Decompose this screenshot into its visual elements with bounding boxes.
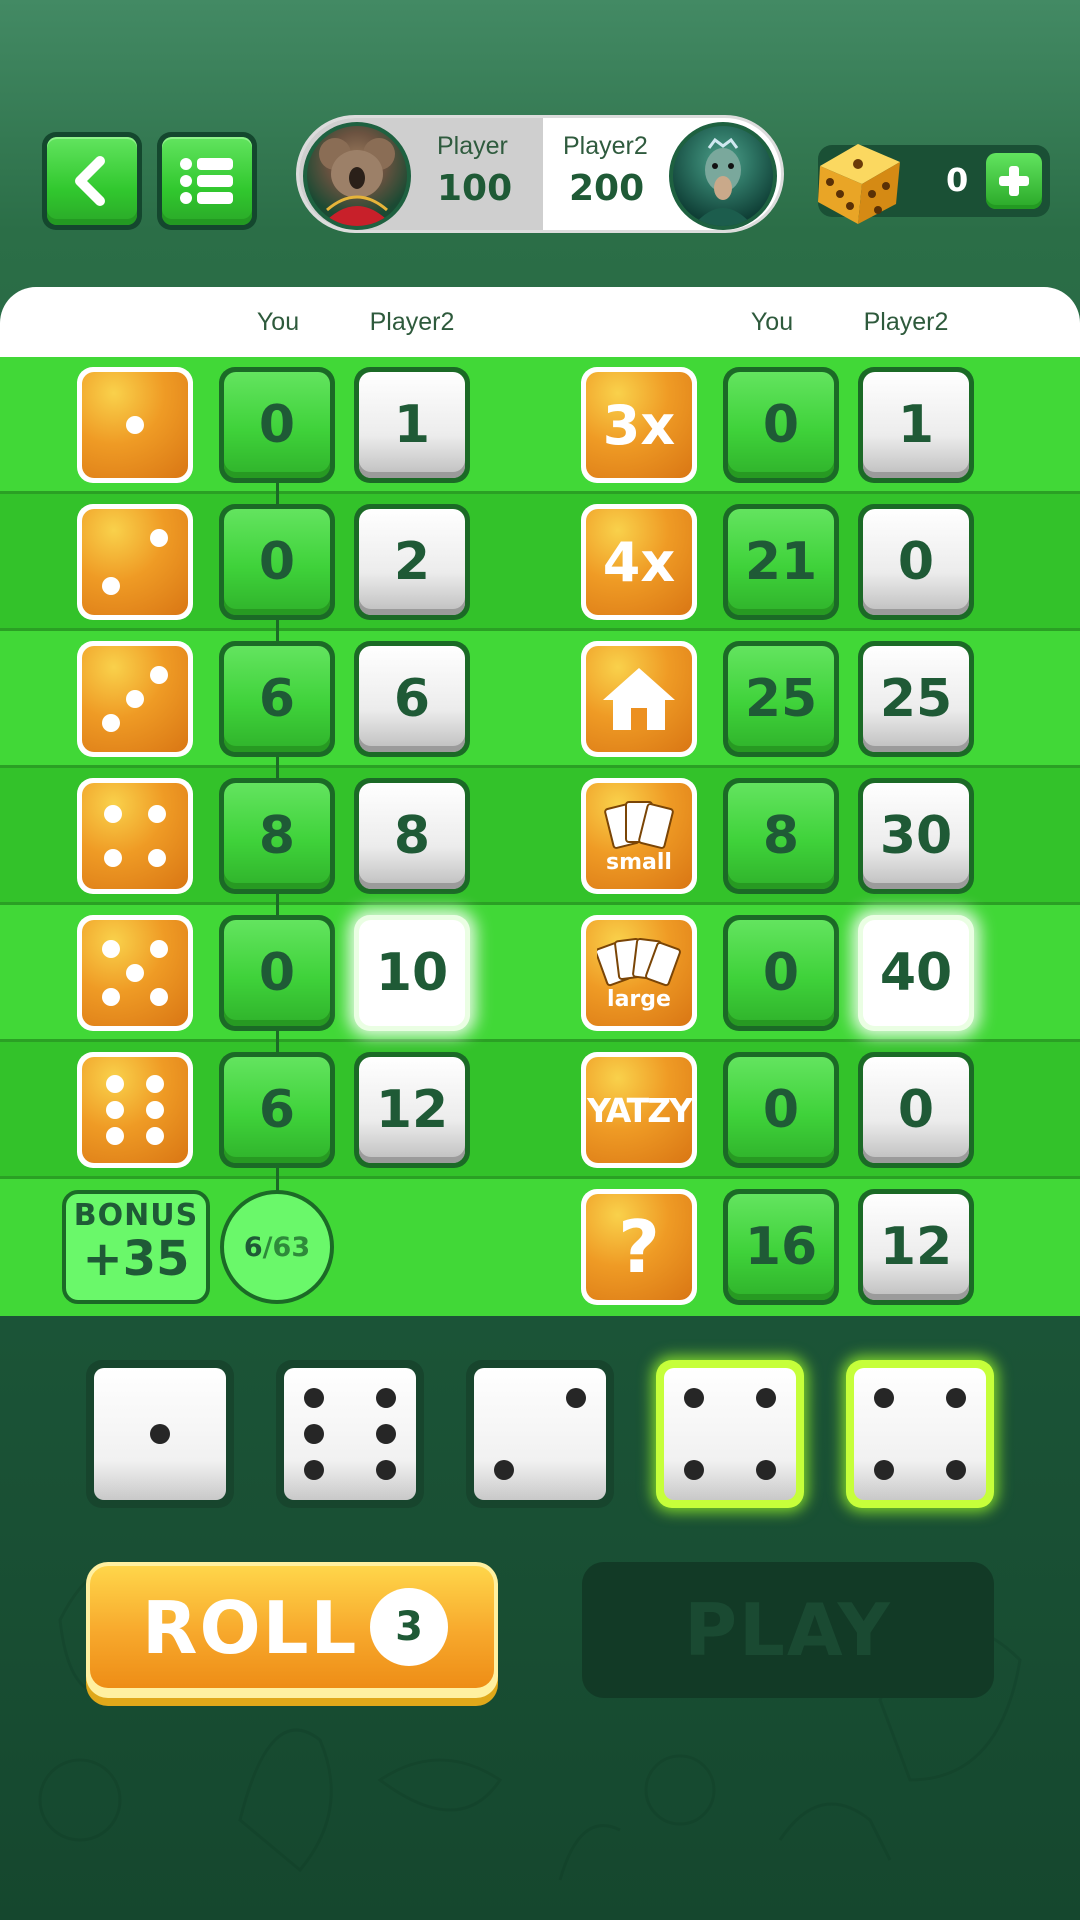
chance-category[interactable]: ? <box>581 1189 697 1305</box>
player1-score: 100 <box>437 168 513 209</box>
die-face-3-icon <box>102 666 168 732</box>
die-pip <box>946 1460 966 1480</box>
roll-label: ROLL <box>142 1586 359 1670</box>
you-large-straight-score[interactable]: 0 <box>723 915 839 1031</box>
p2-threes-score: 6 <box>354 641 470 757</box>
coin-count: 0 <box>946 161 969 199</box>
die-pip <box>684 1388 704 1408</box>
cards-icon <box>597 937 681 986</box>
you-sixes-score[interactable]: 6 <box>219 1052 335 1168</box>
die-face-5-icon <box>102 940 168 1006</box>
cards-icon <box>604 800 674 849</box>
you-fours-score[interactable]: 8 <box>219 778 335 894</box>
p2-sixes-score: 12 <box>354 1052 470 1168</box>
koala-avatar <box>303 122 411 230</box>
die-pip <box>376 1424 396 1444</box>
player2-name: Player2 <box>563 132 648 160</box>
p2-twos-score: 2 <box>354 504 470 620</box>
die-pip <box>874 1388 894 1408</box>
col-header-you-lower: You <box>750 308 794 336</box>
play-button[interactable]: PLAY <box>582 1562 994 1698</box>
p2-fives-score: 10 <box>354 915 470 1031</box>
die-pip <box>756 1388 776 1408</box>
die-pip <box>304 1460 324 1480</box>
bonus-progress: 6/63 <box>220 1190 334 1304</box>
rolled-die-2[interactable] <box>276 1360 424 1508</box>
bonus-badge: BONUS +35 <box>62 1190 210 1304</box>
you-threes-score[interactable]: 6 <box>219 641 335 757</box>
chevron-left-icon <box>75 156 105 206</box>
sixes-category[interactable] <box>77 1052 193 1168</box>
die-face-1-icon <box>126 416 144 434</box>
col-header-you-upper: You <box>256 308 300 336</box>
full-house-category[interactable] <box>581 641 697 757</box>
list-icon <box>180 158 233 204</box>
player1-name: Player <box>437 132 508 160</box>
plus-icon <box>999 166 1029 196</box>
roll-button[interactable]: ROLL 3 <box>86 1562 498 1698</box>
die-pip <box>304 1424 324 1444</box>
die-face-6-icon <box>106 1075 164 1145</box>
die-pip <box>494 1460 514 1480</box>
threes-category[interactable] <box>77 641 193 757</box>
rolled-die-3[interactable] <box>466 1360 614 1508</box>
emu-avatar <box>669 122 777 230</box>
ones-category[interactable] <box>77 367 193 483</box>
bonus-value: +35 <box>82 1231 190 1287</box>
players-score-panel: Player 100 Player2 200 <box>296 115 784 233</box>
progress-current: 6 <box>243 1231 263 1263</box>
large-straight-category[interactable]: large <box>581 915 697 1031</box>
house-icon <box>603 668 675 730</box>
fours-category[interactable] <box>77 778 193 894</box>
p2-large-straight-score: 40 <box>858 915 974 1031</box>
small-straight-category[interactable]: small <box>581 778 697 894</box>
p2-four-of-a-kind-score: 0 <box>858 504 974 620</box>
you-twos-score[interactable]: 0 <box>219 504 335 620</box>
p2-fours-score: 8 <box>354 778 470 894</box>
four-of-a-kind-category[interactable]: 4x <box>581 504 697 620</box>
p2-ones-score: 1 <box>354 367 470 483</box>
die-pip <box>684 1460 704 1480</box>
menu-button[interactable] <box>157 132 257 230</box>
die-face-2-icon <box>102 529 168 595</box>
you-full-house-score[interactable]: 25 <box>723 641 839 757</box>
die-pip <box>946 1388 966 1408</box>
p2-yatzy-score: 0 <box>858 1052 974 1168</box>
p2-three-of-a-kind-score: 1 <box>858 367 974 483</box>
you-yatzy-score[interactable]: 0 <box>723 1052 839 1168</box>
p2-full-house-score: 25 <box>858 641 974 757</box>
die-pip <box>304 1388 324 1408</box>
rolled-die-4-held[interactable] <box>656 1360 804 1508</box>
die-face-4-icon <box>104 805 166 867</box>
die-pip <box>150 1424 170 1444</box>
col-header-player2-upper: Player2 <box>369 308 455 336</box>
die-pip <box>874 1460 894 1480</box>
you-fives-score[interactable]: 0 <box>219 915 335 1031</box>
back-button[interactable] <box>42 132 142 230</box>
rolled-die-1[interactable] <box>86 1360 234 1508</box>
die-pip <box>566 1388 586 1408</box>
die-pip <box>376 1388 396 1408</box>
p2-small-straight-score: 30 <box>858 778 974 894</box>
you-ones-score[interactable]: 0 <box>219 367 335 483</box>
p2-chance-score: 12 <box>858 1189 974 1305</box>
col-header-player2-lower: Player2 <box>863 308 949 336</box>
add-coins-button[interactable] <box>986 153 1042 209</box>
you-small-straight-score[interactable]: 8 <box>723 778 839 894</box>
yatzy-category[interactable]: YATZY <box>581 1052 697 1168</box>
gold-die-icon <box>818 144 900 224</box>
fives-category[interactable] <box>77 915 193 1031</box>
player2-score: 200 <box>569 168 645 209</box>
rolls-left-badge: 3 <box>370 1588 448 1666</box>
three-of-a-kind-category[interactable]: 3x <box>581 367 697 483</box>
progress-target: /63 <box>262 1231 311 1263</box>
you-chance-score[interactable]: 16 <box>723 1189 839 1305</box>
twos-category[interactable] <box>77 504 193 620</box>
you-four-of-a-kind-score[interactable]: 21 <box>723 504 839 620</box>
rolled-die-5-held[interactable] <box>846 1360 994 1508</box>
bonus-title: BONUS <box>73 1198 199 1233</box>
die-pip <box>756 1460 776 1480</box>
you-three-of-a-kind-score[interactable]: 0 <box>723 367 839 483</box>
die-pip <box>376 1460 396 1480</box>
